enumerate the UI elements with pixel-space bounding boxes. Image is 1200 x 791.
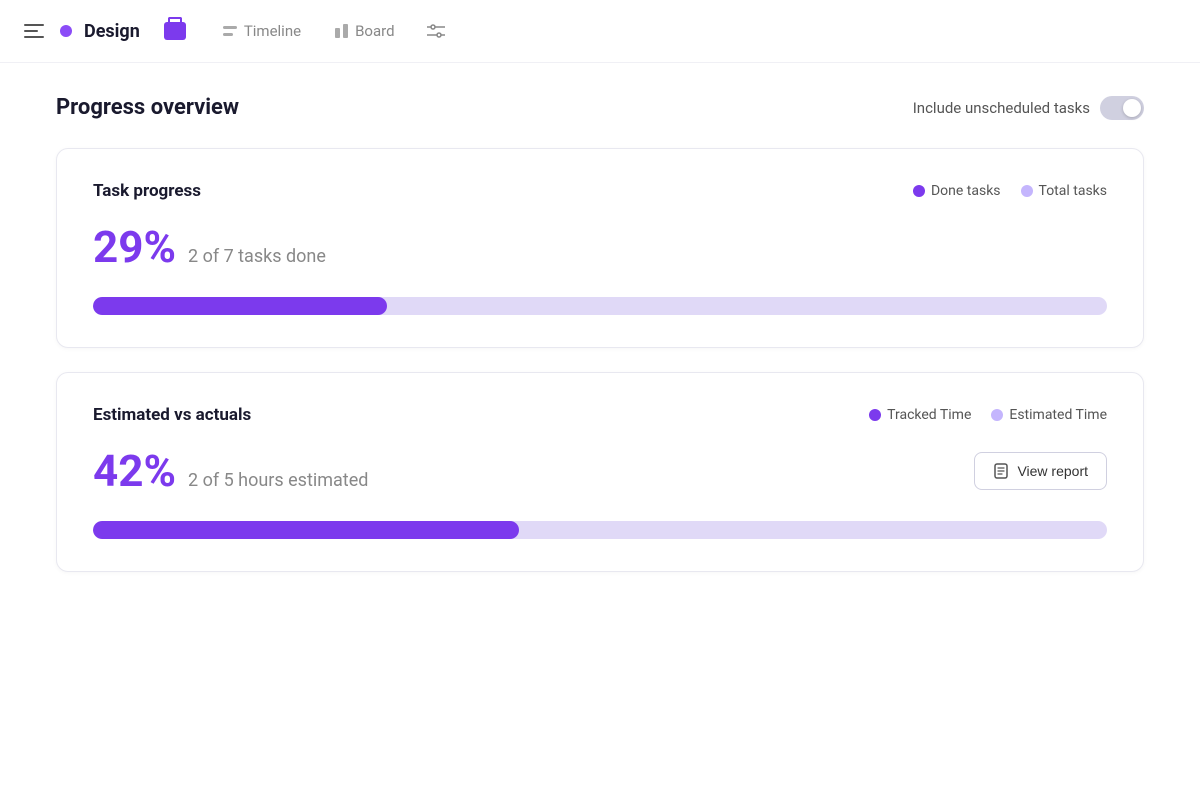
timeline-icon (222, 23, 238, 39)
estimated-actuals-legend: Tracked Time Estimated Time (869, 407, 1107, 423)
tracked-time-label: Tracked Time (887, 407, 971, 423)
legend-total-tasks: Total tasks (1021, 183, 1107, 199)
main-content: Progress overview Include unscheduled ta… (0, 63, 1200, 628)
task-progress-card: Task progress Done tasks Total tasks 29%… (56, 148, 1144, 348)
estimated-actuals-title: Estimated vs actuals (93, 405, 251, 425)
task-progress-bar-fill (93, 297, 387, 315)
briefcase-icon (164, 22, 186, 40)
toggle-label: Include unscheduled tasks (913, 99, 1090, 117)
board-icon (333, 23, 349, 39)
view-report-label: View report (1017, 463, 1088, 479)
project-title: Design (84, 21, 140, 42)
task-progress-percent: 29% (93, 225, 176, 269)
page-header: Progress overview Include unscheduled ta… (56, 95, 1144, 120)
total-tasks-label: Total tasks (1039, 183, 1107, 199)
estimated-actuals-description: 2 of 5 hours estimated (188, 470, 368, 491)
done-tasks-dot (913, 185, 925, 197)
top-nav: Design Timeline Board (0, 0, 1200, 63)
total-tasks-dot (1021, 185, 1033, 197)
estimated-actuals-bar-fill (93, 521, 519, 539)
legend-estimated-time: Estimated Time (991, 407, 1107, 423)
hamburger-menu[interactable] (24, 24, 44, 38)
legend-done-tasks: Done tasks (913, 183, 1001, 199)
view-report-button[interactable]: View report (974, 452, 1107, 490)
tracked-time-dot (869, 409, 881, 421)
legend-tracked-time: Tracked Time (869, 407, 971, 423)
estimated-actuals-card: Estimated vs actuals Tracked Time Estima… (56, 372, 1144, 572)
filter-icon (427, 22, 445, 40)
estimated-actuals-stat-row: 42% 2 of 5 hours estimated (93, 449, 368, 493)
estimated-time-label: Estimated Time (1009, 407, 1107, 423)
project-dot-icon (60, 25, 72, 37)
estimated-actuals-stat-view-row: 42% 2 of 5 hours estimated View report (93, 449, 1107, 493)
estimated-actuals-card-header: Estimated vs actuals Tracked Time Estima… (93, 405, 1107, 425)
toggle-row: Include unscheduled tasks (913, 96, 1144, 120)
task-progress-stat-row: 29% 2 of 7 tasks done (93, 225, 1107, 269)
estimated-time-dot (991, 409, 1003, 421)
done-tasks-label: Done tasks (931, 183, 1001, 199)
unscheduled-tasks-toggle[interactable] (1100, 96, 1144, 120)
tab-timeline[interactable]: Timeline (210, 16, 313, 46)
task-progress-bar (93, 297, 1107, 315)
task-progress-card-header: Task progress Done tasks Total tasks (93, 181, 1107, 201)
task-progress-title: Task progress (93, 181, 201, 201)
estimated-actuals-percent: 42% (93, 449, 176, 493)
tab-board-label: Board (355, 22, 394, 40)
tab-timeline-label: Timeline (244, 22, 301, 40)
page-title: Progress overview (56, 95, 239, 120)
filter-button[interactable] (415, 16, 457, 46)
estimated-actuals-progress-bar (93, 521, 1107, 539)
task-progress-legend: Done tasks Total tasks (913, 183, 1107, 199)
tab-board[interactable]: Board (321, 16, 406, 46)
report-icon (993, 463, 1009, 479)
task-progress-description: 2 of 7 tasks done (188, 246, 326, 267)
